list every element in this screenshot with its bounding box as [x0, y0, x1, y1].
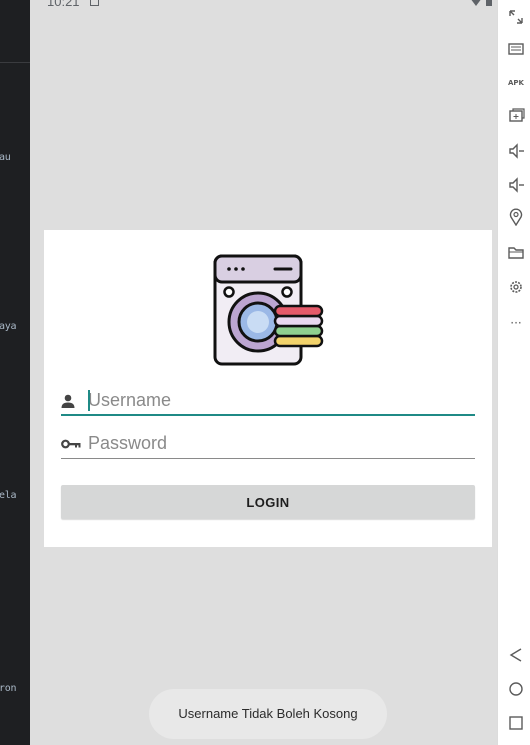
wifi-icon — [471, 0, 481, 6]
login-button[interactable]: LOGIN — [61, 485, 475, 519]
text-caret — [88, 390, 90, 411]
username-input[interactable] — [88, 388, 468, 412]
code-fragment: ela — [0, 490, 17, 501]
notification-icon — [90, 0, 99, 6]
username-underline — [61, 414, 475, 416]
code-fragment: au — [0, 152, 11, 163]
code-fragment: aya — [0, 321, 17, 332]
folder-icon[interactable] — [507, 244, 525, 262]
status-bar: 10:21 — [30, 0, 497, 12]
code-fragment: ron — [0, 683, 17, 694]
ide-editor-strip: au aya ela ron — [0, 0, 30, 745]
person-icon — [61, 394, 75, 408]
home-icon[interactable] — [507, 680, 525, 698]
overview-icon[interactable] — [507, 714, 525, 732]
screenshot-icon[interactable] — [507, 106, 525, 124]
laundry-logo — [213, 254, 324, 366]
ide-divider — [0, 62, 30, 63]
username-field — [61, 386, 475, 416]
volume-up-icon[interactable] — [507, 142, 525, 160]
device-screen: 10:21 Username LOGIN Username Tidak Bole… — [30, 0, 497, 745]
more-icon[interactable]: ··· — [507, 314, 525, 332]
emulator-toolbar: APK ··· — [497, 0, 530, 745]
apk-install-icon[interactable]: APK — [507, 74, 525, 92]
status-time: 10:21 — [47, 0, 80, 9]
layout-icon[interactable] — [507, 40, 525, 58]
volume-down-icon[interactable] — [507, 176, 525, 194]
location-icon[interactable] — [507, 208, 525, 226]
password-input[interactable] — [88, 431, 468, 455]
key-icon — [61, 439, 81, 449]
password-field — [61, 429, 475, 459]
password-underline — [61, 458, 475, 459]
back-icon[interactable] — [507, 646, 525, 664]
resize-icon[interactable] — [507, 8, 525, 26]
login-card: LOGIN — [44, 230, 492, 547]
settings-icon[interactable] — [507, 278, 525, 296]
battery-icon — [486, 0, 492, 6]
toast-message: Username Tidak Boleh Kosong — [149, 689, 387, 739]
